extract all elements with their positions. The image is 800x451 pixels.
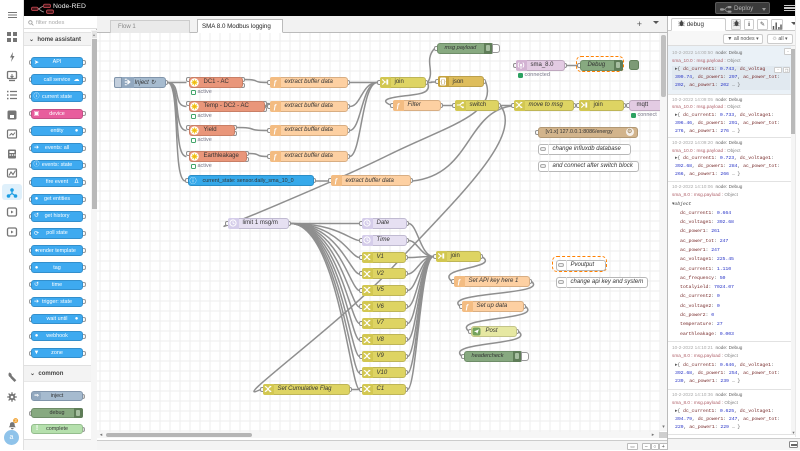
svg-text:{}: {} <box>440 79 446 85</box>
